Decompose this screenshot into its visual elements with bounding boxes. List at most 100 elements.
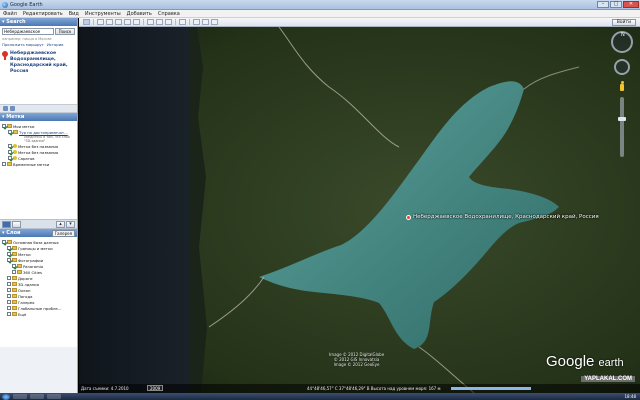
folder-icon <box>12 246 17 250</box>
pushpin-icon <box>13 144 17 148</box>
start-button[interactable] <box>2 393 10 400</box>
globe-icon <box>7 240 12 244</box>
minimize-button[interactable]: – <box>597 1 609 8</box>
search-result-text[interactable]: Неберджаевское Водохранилище, Краснодарс… <box>10 51 75 75</box>
window-title: Google Earth <box>10 2 43 8</box>
maximize-button[interactable]: □ <box>610 1 622 8</box>
layer-label: Дороги <box>18 275 33 281</box>
route-link[interactable]: Проложить маршрут <box>2 42 44 47</box>
taskbar-item[interactable] <box>30 394 44 399</box>
checkbox[interactable] <box>12 270 16 274</box>
ruler-icon[interactable] <box>179 19 186 25</box>
planets-icon[interactable] <box>165 19 172 25</box>
street-view-person-icon[interactable] <box>619 81 625 91</box>
places-panel-header[interactable]: ▾ Метки <box>0 113 77 121</box>
satellite-imagery <box>79 27 640 393</box>
add-placemark-icon[interactable] <box>97 19 104 25</box>
add-path-icon[interactable] <box>115 19 122 25</box>
layers-panel-header[interactable]: ▾ Слои Галерея <box>0 229 77 237</box>
image-overlay-icon[interactable] <box>124 19 131 25</box>
checkbox[interactable] <box>7 252 11 256</box>
tree-item-label: Метка без названия <box>18 149 59 155</box>
gallery-icon <box>12 300 17 304</box>
add-polygon-icon[interactable] <box>106 19 113 25</box>
tree-item-label: Временные метки <box>13 161 50 167</box>
record-tour-icon[interactable] <box>133 19 140 25</box>
checkbox[interactable] <box>7 294 11 298</box>
checkbox[interactable] <box>8 156 12 160</box>
search-result[interactable]: Неберджаевское Водохранилище, Краснодарс… <box>2 51 75 75</box>
layer-label: Океан <box>18 287 31 293</box>
tree-item-label[interactable]: Тур по достопримечат... <box>19 130 68 135</box>
layer-label: Фотографии <box>18 257 44 263</box>
menu-tools[interactable]: Инструменты <box>85 11 121 17</box>
layer-label: 360 Cities <box>23 269 43 275</box>
buildings-icon <box>12 282 17 286</box>
historical-year-button[interactable]: 2009 <box>147 385 164 391</box>
checkbox[interactable] <box>8 130 12 134</box>
list-view-button[interactable] <box>12 220 21 228</box>
move-control[interactable] <box>614 59 630 75</box>
toolbar-separator <box>93 19 94 25</box>
clear-icon[interactable] <box>10 106 15 111</box>
taskbar-item[interactable] <box>47 394 61 399</box>
close-button[interactable]: ✕ <box>623 1 639 8</box>
menu-edit[interactable]: Редактировать <box>23 11 63 17</box>
window-controls: – □ ✕ <box>597 1 639 8</box>
zoom-slider[interactable] <box>618 97 626 157</box>
checkbox[interactable] <box>7 258 11 262</box>
email-icon[interactable] <box>193 19 200 25</box>
layer-item[interactable]: Ещё <box>2 311 75 317</box>
search-panel: Поиск например: пицца в Москве Проложить… <box>0 26 77 104</box>
checkbox[interactable] <box>7 288 11 292</box>
zoom-slider-handle[interactable] <box>618 117 626 121</box>
checkbox[interactable] <box>12 264 16 268</box>
checkbox[interactable] <box>7 282 11 286</box>
map-toolbar: Войти <box>79 18 640 27</box>
checkbox[interactable] <box>8 144 12 148</box>
checkbox[interactable] <box>2 124 6 128</box>
menu-view[interactable]: Вид <box>69 11 79 17</box>
checkbox[interactable] <box>7 306 11 310</box>
tour-note: Убедитесь в том, что слой "3D-здания" <box>24 135 70 143</box>
checkbox[interactable] <box>2 162 6 166</box>
google-maps-icon[interactable] <box>211 19 218 25</box>
checkbox[interactable] <box>2 240 6 244</box>
navigation-controls: N <box>610 31 634 157</box>
taskbar-item[interactable] <box>13 394 27 399</box>
print-icon[interactable] <box>202 19 209 25</box>
search-panel-header[interactable]: ▾ Search <box>0 18 77 26</box>
place-label[interactable]: Неберджаевское Водохранилище, Краснодарс… <box>406 214 599 220</box>
tree-item-label: Саратов <box>18 155 35 161</box>
list-view-icon[interactable] <box>3 106 8 111</box>
history-link[interactable]: История <box>47 42 64 47</box>
sunlight-icon[interactable] <box>156 19 163 25</box>
historical-imagery-icon[interactable] <box>147 19 154 25</box>
photo-icon <box>17 264 22 268</box>
gallery-button[interactable]: Галерея <box>51 229 75 237</box>
folder-icon <box>12 312 17 316</box>
folder-icon <box>7 124 12 128</box>
layers-view-button[interactable] <box>2 220 11 228</box>
compass-control[interactable]: N <box>611 31 633 53</box>
search-input[interactable] <box>2 28 54 35</box>
checkbox[interactable] <box>7 312 11 316</box>
signin-button[interactable]: Войти <box>611 19 636 26</box>
layer-label: Panoramio <box>23 263 44 269</box>
checkbox[interactable] <box>7 300 11 304</box>
tree-item-temporary[interactable]: Временные метки <box>2 161 75 167</box>
down-button[interactable]: ▾ <box>66 220 75 228</box>
checkbox[interactable] <box>7 276 11 280</box>
search-button[interactable]: Поиск <box>55 28 75 35</box>
menu-add[interactable]: Добавить <box>127 11 152 17</box>
checkbox[interactable] <box>7 246 11 250</box>
up-button[interactable]: ▴ <box>56 220 65 228</box>
menu-help[interactable]: Справка <box>158 11 180 17</box>
checkbox[interactable] <box>8 150 12 154</box>
map-view[interactable]: Неберджаевское Водохранилище, Краснодарс… <box>79 27 640 393</box>
logo-earth: earth <box>598 357 624 369</box>
sidebar: ▾ Search Поиск например: пицца в Москве … <box>0 18 78 393</box>
sidebar-toggle-icon[interactable] <box>83 19 90 25</box>
menu-file[interactable]: Файл <box>3 11 17 17</box>
layer-label: Галерея <box>18 299 35 305</box>
